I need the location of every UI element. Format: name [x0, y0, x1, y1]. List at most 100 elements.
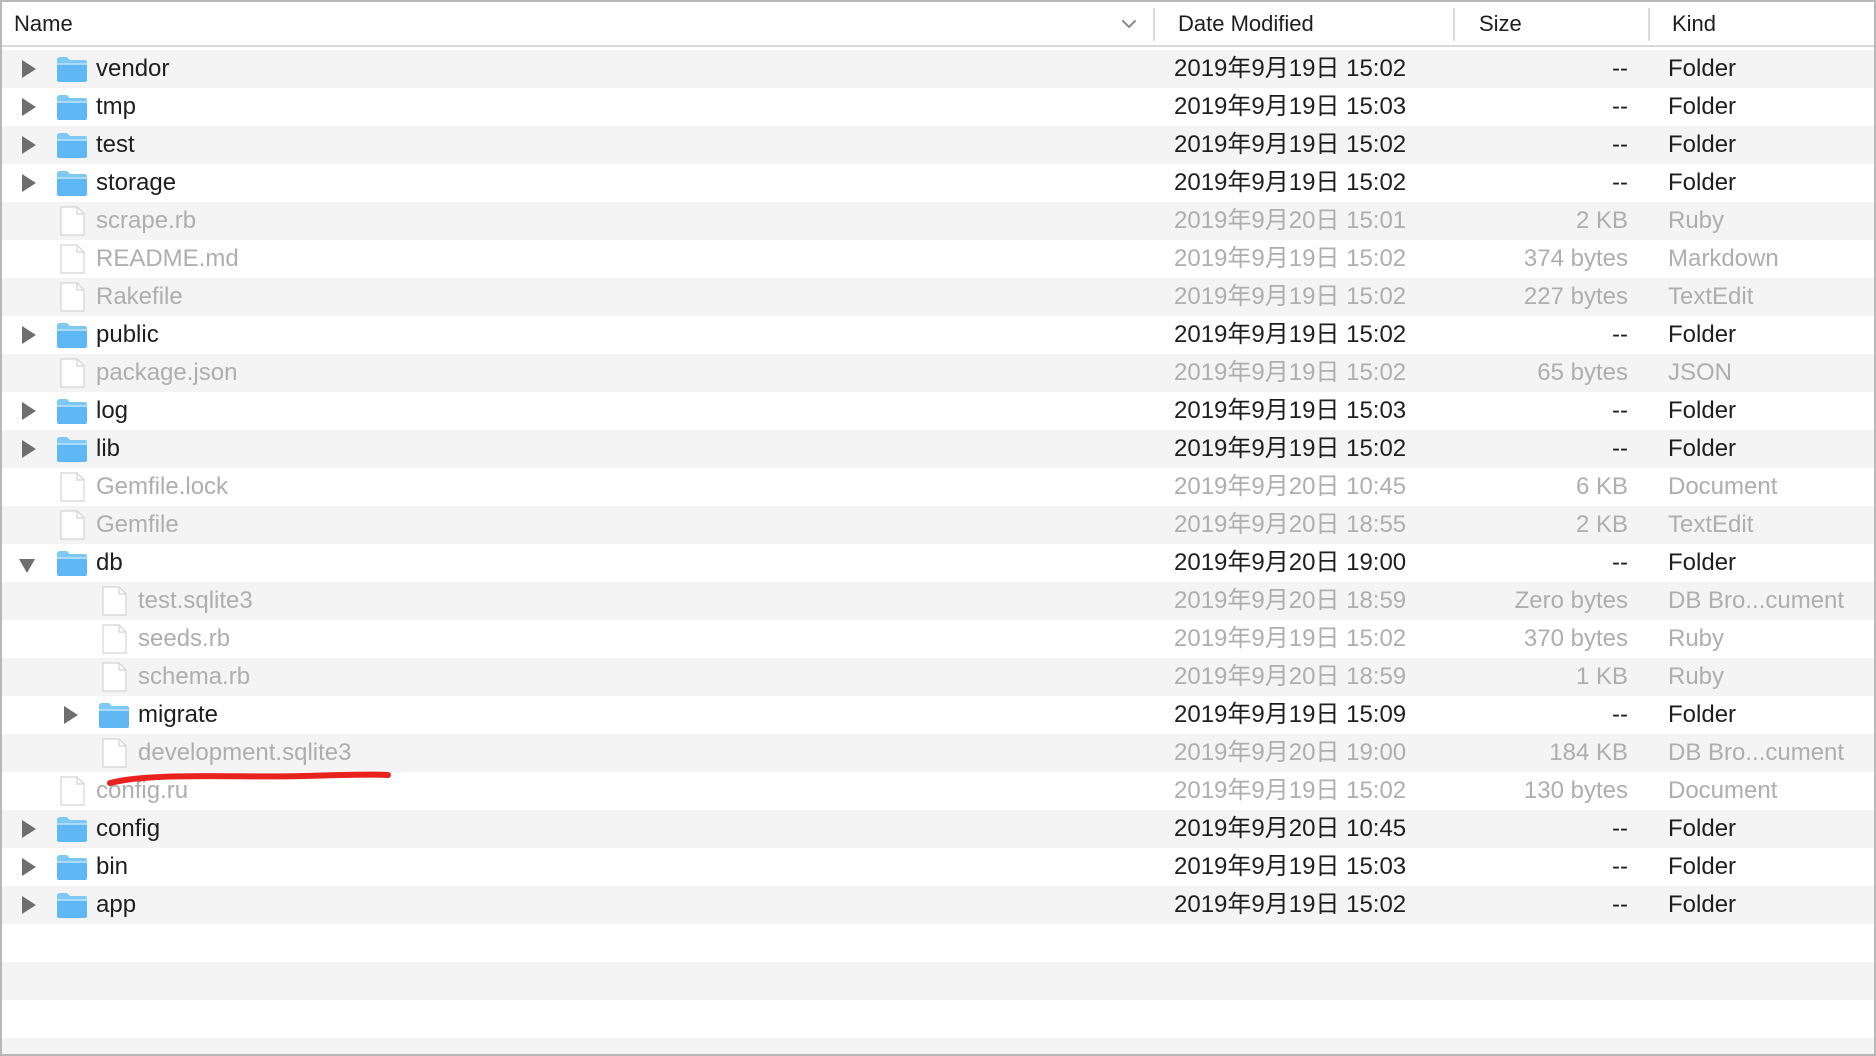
file-kind: Ruby [1668, 625, 1725, 652]
file-name[interactable]: test [96, 126, 135, 164]
date-modified: 2019年9月19日 15:02 [1174, 131, 1407, 158]
file-size: -- [1612, 435, 1628, 462]
folder-icon [57, 437, 87, 462]
disclosure-triangle-right-icon[interactable] [21, 136, 37, 154]
file-size: -- [1612, 397, 1628, 424]
file-name[interactable]: Gemfile [96, 506, 179, 544]
folder-icon [57, 57, 87, 82]
disclosure-triangle-right-icon[interactable] [21, 896, 37, 914]
folder-row[interactable]: log 2019年9月19日 15:03 -- Folder [2, 392, 1874, 430]
folder-row[interactable]: vendor 2019年9月19日 15:02 -- Folder [2, 50, 1874, 88]
file-row[interactable]: scrape.rb 2019年9月20日 15:01 2 KB Ruby [2, 202, 1874, 240]
document-icon [60, 282, 85, 312]
file-size: -- [1612, 701, 1628, 728]
disclosure-triangle-right-icon[interactable] [21, 402, 37, 420]
file-name[interactable]: config.ru [96, 772, 188, 810]
folder-row[interactable]: migrate 2019年9月19日 15:09 -- Folder [2, 696, 1874, 734]
disclosure-triangle-right-icon[interactable] [21, 174, 37, 192]
file-row[interactable]: seeds.rb 2019年9月19日 15:02 370 bytes Ruby [2, 620, 1874, 658]
document-icon [60, 358, 85, 388]
empty-row [2, 924, 1874, 962]
file-name[interactable]: schema.rb [138, 658, 250, 696]
disclosure-triangle-right-icon[interactable] [21, 820, 37, 838]
file-name[interactable]: public [96, 316, 159, 354]
folder-row[interactable]: bin 2019年9月19日 15:03 -- Folder [2, 848, 1874, 886]
folder-row[interactable]: db 2019年9月20日 19:00 -- Folder [2, 544, 1874, 582]
disclosure-triangle-right-icon[interactable] [21, 98, 37, 116]
disclosure-triangle-down-icon[interactable] [19, 556, 35, 574]
file-name[interactable]: development.sqlite3 [138, 734, 351, 772]
date-modified: 2019年9月19日 15:02 [1174, 245, 1407, 272]
folder-icon [57, 855, 87, 880]
folder-row[interactable]: public 2019年9月19日 15:02 -- Folder [2, 316, 1874, 354]
file-name[interactable]: log [96, 392, 128, 430]
file-size: 374 bytes [1523, 245, 1628, 272]
disclosure-triangle-right-icon[interactable] [21, 60, 37, 78]
column-divider[interactable] [1453, 8, 1455, 41]
file-row[interactable]: README.md 2019年9月19日 15:02 374 bytes Markdo… [2, 240, 1874, 278]
file-name[interactable]: bin [96, 848, 128, 886]
file-row[interactable]: Gemfile 2019年9月20日 18:55 2 KB TextEdit [2, 506, 1874, 544]
disclosure-triangle-right-icon[interactable] [21, 440, 37, 458]
folder-icon [57, 323, 87, 348]
disclosure-triangle-right-icon[interactable] [63, 706, 79, 724]
file-name[interactable]: package.json [96, 354, 237, 392]
finder-list-view: Name Date Modified Size Kind vendor 2019年… [0, 0, 1876, 1056]
column-divider[interactable] [1648, 8, 1650, 41]
file-row[interactable]: package.json 2019年9月19日 15:02 65 bytes JSON [2, 354, 1874, 392]
file-name[interactable]: seeds.rb [138, 620, 230, 658]
folder-icon [57, 95, 87, 120]
file-row[interactable]: schema.rb 2019年9月20日 18:59 1 KB Ruby [2, 658, 1874, 696]
file-name[interactable]: lib [96, 430, 120, 468]
file-size: -- [1612, 891, 1628, 918]
file-size: -- [1612, 169, 1628, 196]
file-name[interactable]: db [96, 544, 123, 582]
folder-icon [57, 399, 87, 424]
folder-icon [57, 171, 87, 196]
file-row[interactable]: Gemfile.lock 2019年9月20日 10:45 6 KB Document [2, 468, 1874, 506]
column-header-size[interactable]: Size [1479, 2, 1522, 45]
file-row[interactable]: Rakefile 2019年9月19日 15:02 227 bytes TextEdi… [2, 278, 1874, 316]
file-row[interactable]: test.sqlite3 2019年9月20日 18:59 Zero bytes DB… [2, 582, 1874, 620]
file-name[interactable]: README.md [96, 240, 239, 278]
file-name[interactable]: Rakefile [96, 278, 183, 316]
date-modified: 2019年9月20日 10:45 [1174, 815, 1407, 842]
file-size: 2 KB [1575, 207, 1628, 234]
column-divider[interactable] [1153, 8, 1155, 41]
column-header-kind[interactable]: Kind [1672, 2, 1716, 45]
file-name[interactable]: config [96, 810, 160, 848]
folder-icon [57, 817, 87, 842]
date-modified: 2019年9月19日 15:03 [1174, 93, 1407, 120]
file-name[interactable]: test.sqlite3 [138, 582, 253, 620]
date-modified: 2019年9月19日 15:02 [1174, 891, 1407, 918]
file-row[interactable]: config.ru 2019年9月19日 15:02 130 bytes Docume… [2, 772, 1874, 810]
date-modified: 2019年9月19日 15:02 [1174, 625, 1407, 652]
date-modified: 2019年9月19日 15:02 [1174, 55, 1407, 82]
folder-row[interactable]: storage 2019年9月19日 15:02 -- Folder [2, 164, 1874, 202]
date-modified: 2019年9月19日 15:09 [1174, 701, 1407, 728]
folder-row[interactable]: tmp 2019年9月19日 15:03 -- Folder [2, 88, 1874, 126]
file-name[interactable]: tmp [96, 88, 136, 126]
file-name[interactable]: vendor [96, 50, 169, 88]
file-row[interactable]: development.sqlite3 2019年9月20日 19:00 184 K… [2, 734, 1874, 772]
file-size: -- [1612, 55, 1628, 82]
column-header-date-modified[interactable]: Date Modified [1178, 2, 1314, 45]
file-size: 130 bytes [1523, 777, 1628, 804]
file-name[interactable]: storage [96, 164, 176, 202]
document-icon [102, 586, 127, 616]
disclosure-triangle-right-icon[interactable] [21, 326, 37, 344]
file-kind: Folder [1668, 815, 1737, 842]
disclosure-triangle-right-icon[interactable] [21, 858, 37, 876]
folder-row[interactable]: test 2019年9月19日 15:02 -- Folder [2, 126, 1874, 164]
folder-row[interactable]: config 2019年9月20日 10:45 -- Folder [2, 810, 1874, 848]
file-name[interactable]: Gemfile.lock [96, 468, 228, 506]
chevron-down-icon[interactable] [1119, 14, 1139, 34]
column-header-name[interactable]: Name [14, 2, 73, 45]
file-name[interactable]: scrape.rb [96, 202, 196, 240]
file-name[interactable]: migrate [138, 696, 218, 734]
date-modified: 2019年9月20日 18:59 [1174, 663, 1407, 690]
folder-row[interactable]: lib 2019年9月19日 15:02 -- Folder [2, 430, 1874, 468]
file-name[interactable]: app [96, 886, 136, 924]
file-kind: Document [1668, 777, 1778, 804]
folder-row[interactable]: app 2019年9月19日 15:02 -- Folder [2, 886, 1874, 924]
